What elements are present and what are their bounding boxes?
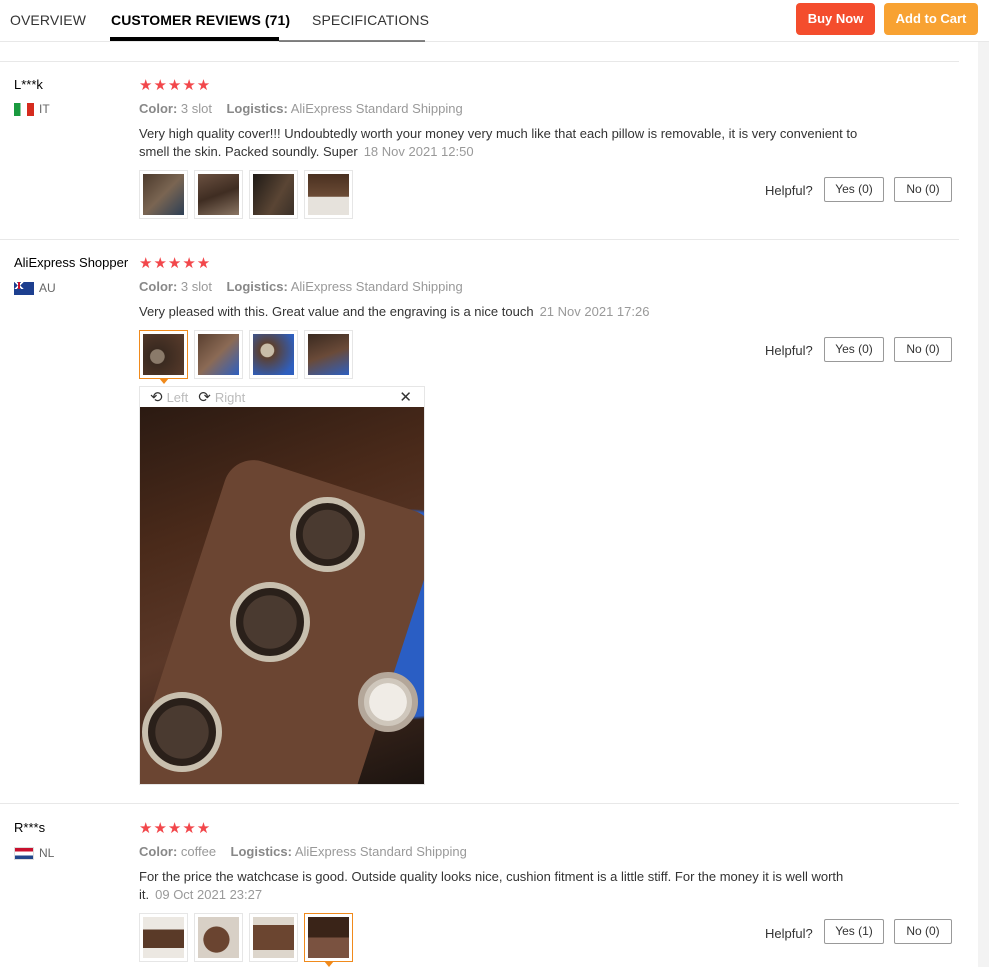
review-photo-thumb[interactable] — [304, 330, 353, 379]
review-meta: Color: 3 slot Logistics: AliExpress Stan… — [139, 279, 463, 294]
review-date: 18 Nov 2021 12:50 — [363, 144, 474, 159]
photo-viewer-toolbar: ⟲ Left ⟳ Right ✕ — [140, 387, 424, 407]
review-photos — [139, 913, 353, 967]
reviewer-country: AU — [14, 281, 56, 295]
review-date: 09 Oct 2021 23:27 — [155, 887, 263, 902]
tab-scroll-indicator — [279, 40, 425, 42]
helpful-label: Helpful? — [765, 343, 813, 358]
review-text: Very pleased with this. Great value and … — [139, 303, 859, 321]
review-photo-thumb[interactable] — [194, 913, 243, 962]
active-tab-indicator — [110, 37, 279, 41]
color-label: Color: — [139, 279, 178, 294]
color-value: 3 slot — [180, 279, 212, 294]
selected-caret-icon — [158, 378, 169, 384]
rotate-left-label[interactable]: Left — [167, 390, 189, 405]
selected-caret-icon — [323, 961, 334, 967]
tab-customer-reviews[interactable]: CUSTOMER REVIEWS (71) — [111, 12, 290, 28]
watch-shape — [230, 582, 310, 662]
logistics-value: AliExpress Standard Shipping — [290, 279, 463, 294]
reviewer-country: IT — [14, 102, 50, 116]
product-tab-bar: OVERVIEW CUSTOMER REVIEWS (71) SPECIFICA… — [0, 0, 989, 42]
close-icon[interactable]: ✕ — [399, 388, 412, 406]
divider — [0, 239, 959, 240]
review-photo-thumb-selected[interactable] — [304, 913, 353, 967]
logistics-label: Logistics: — [226, 101, 288, 116]
australia-flag-icon — [14, 281, 34, 295]
italy-flag-icon — [14, 102, 34, 116]
rotate-right-icon[interactable]: ⟳ — [198, 388, 211, 406]
review-text: For the price the watchcase is good. Out… — [139, 868, 859, 904]
logistics-label: Logistics: — [230, 844, 292, 859]
review-photo-thumb-selected[interactable] — [139, 330, 188, 384]
rotate-left-icon[interactable]: ⟲ — [150, 388, 163, 406]
helpful-no-button[interactable]: No (0) — [894, 919, 952, 944]
color-value: 3 slot — [180, 101, 212, 116]
tab-specifications[interactable]: SPECIFICATIONS — [312, 12, 429, 28]
watch-shape — [142, 692, 222, 772]
color-label: Color: — [139, 844, 178, 859]
review-meta: Color: coffee Logistics: AliExpress Stan… — [139, 844, 467, 859]
reviewer-name: L***k — [14, 77, 43, 92]
review-photo-thumb[interactable] — [194, 330, 243, 379]
logistics-value: AliExpress Standard Shipping — [294, 844, 467, 859]
helpful-label: Helpful? — [765, 926, 813, 941]
color-label: Color: — [139, 101, 178, 116]
divider — [0, 803, 959, 804]
review-photo-large — [140, 407, 424, 784]
star-rating: ★★★★★ — [139, 77, 212, 94]
buy-now-button[interactable]: Buy Now — [796, 3, 875, 35]
review-meta: Color: 3 slot Logistics: AliExpress Stan… — [139, 101, 463, 116]
review-body: Very pleased with this. Great value and … — [139, 304, 534, 319]
review-body: Very high quality cover!!! Undoubtedly w… — [139, 126, 858, 159]
logistics-value: AliExpress Standard Shipping — [290, 101, 463, 116]
star-rating: ★★★★★ — [139, 255, 212, 272]
color-value: coffee — [180, 844, 217, 859]
review-photo-thumb[interactable] — [249, 170, 298, 219]
helpful-yes-button[interactable]: Yes (1) — [824, 919, 884, 944]
review-date: 21 Nov 2021 17:26 — [539, 304, 650, 319]
photo-viewer: ⟲ Left ⟳ Right ✕ — [139, 386, 425, 785]
reviewer-name: R***s — [14, 820, 46, 835]
review-photo-thumb[interactable] — [194, 170, 243, 219]
add-to-cart-button[interactable]: Add to Cart — [884, 3, 978, 35]
helpful-label: Helpful? — [765, 183, 813, 198]
helpful-yes-button[interactable]: Yes (0) — [824, 337, 884, 362]
review-photo-thumb[interactable] — [139, 913, 188, 962]
country-code: NL — [39, 846, 55, 860]
country-code: AU — [39, 281, 56, 295]
tab-overview[interactable]: OVERVIEW — [10, 12, 86, 28]
rotate-right-label[interactable]: Right — [215, 390, 245, 405]
helpful-yes-button[interactable]: Yes (0) — [824, 177, 884, 202]
reviewer-country: NL — [14, 846, 54, 860]
watch-shape — [290, 497, 365, 572]
review-photo-thumb[interactable] — [249, 913, 298, 962]
review-photo-thumb[interactable] — [139, 170, 188, 219]
netherlands-flag-icon — [14, 846, 34, 860]
review-photos — [139, 330, 353, 384]
helpful-no-button[interactable]: No (0) — [894, 177, 952, 202]
review-photo-thumb[interactable] — [249, 330, 298, 379]
scrollbar-track[interactable] — [978, 42, 989, 967]
country-code: IT — [39, 102, 50, 116]
reviewer-name: AliExpress Shopper — [14, 255, 129, 270]
helpful-no-button[interactable]: No (0) — [894, 337, 952, 362]
review-photo-thumb[interactable] — [304, 170, 353, 219]
star-rating: ★★★★★ — [139, 820, 212, 837]
divider — [0, 61, 959, 62]
watch-shape — [358, 672, 418, 732]
review-text: Very high quality cover!!! Undoubtedly w… — [139, 125, 859, 161]
review-photos — [139, 170, 353, 219]
logistics-label: Logistics: — [226, 279, 288, 294]
